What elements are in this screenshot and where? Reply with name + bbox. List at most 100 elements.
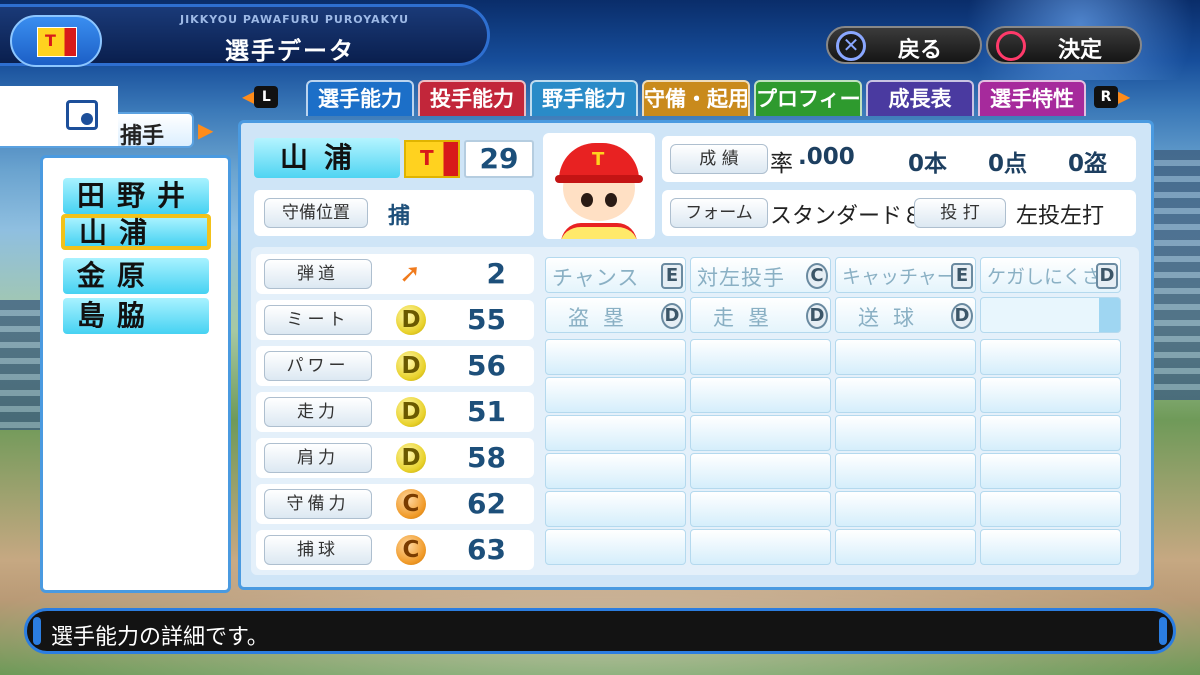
- ability-cell[interactable]: 走塁 D: [690, 297, 831, 333]
- circle-button-icon: [996, 31, 1026, 61]
- player-list-item[interactable]: 島脇: [63, 298, 209, 334]
- grade-badge: D: [396, 305, 426, 335]
- player-list-item[interactable]: 金原: [63, 258, 209, 294]
- record-row: 成 績 率 .000 0本 0点 0盗: [662, 136, 1136, 182]
- form-row: フォーム スタンダード８ 投 打 左投左打: [662, 190, 1136, 236]
- ability-grade: D: [806, 303, 828, 329]
- back-button[interactable]: ✕ 戻る: [826, 26, 982, 64]
- ability-cell-empty[interactable]: [835, 529, 976, 565]
- ability-cell-empty[interactable]: [980, 491, 1121, 527]
- ability-cell-empty[interactable]: [545, 339, 686, 375]
- player-avatar: T: [543, 133, 655, 239]
- ability-cell-empty[interactable]: [545, 491, 686, 527]
- screenshot-overlay: [0, 86, 118, 146]
- ability-name: キャッチャー: [842, 266, 956, 288]
- player-list-item-selected[interactable]: 山浦: [61, 214, 211, 250]
- ability-grade: D: [661, 303, 683, 329]
- ability-cell-empty[interactable]: [690, 415, 831, 451]
- stat-value: 55: [467, 303, 506, 336]
- ability-cell-empty[interactable]: [980, 529, 1121, 565]
- form-value: スタンダード８: [770, 204, 925, 229]
- l-shoulder-hint[interactable]: ◀ L: [242, 86, 279, 108]
- ability-cell-empty[interactable]: [835, 453, 976, 489]
- player-list: 田野井 山浦 金原 島脇: [40, 155, 231, 593]
- stat-label: 走力: [264, 397, 372, 427]
- r-shoulder-hint[interactable]: R ▶: [1094, 86, 1130, 108]
- avatar-uniform: [561, 223, 637, 239]
- defense-position-label: 守備位置: [264, 198, 368, 228]
- stadium-stands-left: [0, 300, 40, 430]
- ability-name: 走塁: [713, 306, 783, 330]
- cap-logo: T: [592, 149, 605, 170]
- title-bar: T JIKKYOU PAWAFURU PUROYAKYU 選手データ: [0, 4, 490, 67]
- ability-name: 送球: [858, 306, 928, 330]
- tab-defense-usage[interactable]: 守備・起用: [642, 80, 750, 116]
- avatar-right-eye: [605, 193, 617, 207]
- ability-cell-empty[interactable]: [690, 339, 831, 375]
- camera-icon: [66, 100, 98, 130]
- stat-row-power: パワー D 56: [256, 346, 534, 386]
- grade-badge: C: [396, 535, 426, 565]
- stat-value: 63: [467, 533, 506, 566]
- ability-cell-empty[interactable]: [835, 415, 976, 451]
- trajectory-arrow-icon: ➚: [399, 259, 421, 289]
- tab-fielder-ability[interactable]: 野手能力: [530, 80, 638, 116]
- ability-cell-empty[interactable]: [545, 415, 686, 451]
- back-button-label: 戻る: [898, 38, 943, 63]
- ability-cell-empty[interactable]: [545, 453, 686, 489]
- stat-label: パワー: [264, 351, 372, 381]
- tab-player-ability[interactable]: 選手能力: [306, 80, 414, 116]
- team-flag-icon: T: [37, 27, 77, 57]
- tab-pitcher-ability[interactable]: 投手能力: [418, 80, 526, 116]
- ability-cell-empty[interactable]: [545, 529, 686, 565]
- ability-cell-empty[interactable]: [690, 453, 831, 489]
- grade-badge: D: [396, 351, 426, 381]
- ability-cell-empty[interactable]: [690, 491, 831, 527]
- throw-bat-value: 左投左打: [1016, 204, 1105, 229]
- ability-cell-empty[interactable]: [835, 377, 976, 413]
- page-title: 選手データ: [225, 37, 355, 65]
- home-runs: 0本: [908, 151, 948, 177]
- tab-bar: ◀L 選手能力 投手能力 野手能力 守備・起用 プロフィール 成長表 選手特性 …: [240, 80, 1150, 116]
- confirm-button-label: 決定: [1058, 38, 1103, 63]
- ability-cell-empty[interactable]: [690, 529, 831, 565]
- confirm-button[interactable]: 決定: [986, 26, 1142, 64]
- ability-cell[interactable]: 盗塁 D: [545, 297, 686, 333]
- batting-average: .000: [798, 144, 855, 170]
- tab-profile[interactable]: プロフィール: [754, 80, 862, 116]
- team-letter: T: [420, 146, 434, 170]
- grade-badge: D: [396, 397, 426, 427]
- stat-row-speed: 走力 D 51: [256, 392, 534, 432]
- ability-name: チャンス: [552, 266, 640, 290]
- stat-value: 58: [467, 441, 506, 474]
- ability-grade: E: [661, 263, 683, 289]
- stolen-bases: 0盗: [1068, 151, 1108, 177]
- position-next-arrow-icon[interactable]: ▶: [198, 118, 213, 142]
- ability-cell-empty[interactable]: [545, 377, 686, 413]
- ability-cell-empty[interactable]: [835, 339, 976, 375]
- ability-cell-empty[interactable]: [980, 415, 1121, 451]
- ability-cell-empty[interactable]: [980, 453, 1121, 489]
- tab-growth-chart[interactable]: 成長表: [866, 80, 974, 116]
- team-badge: T: [10, 15, 102, 67]
- ability-cell-empty[interactable]: [980, 377, 1121, 413]
- ability-cell-empty[interactable]: [980, 297, 1121, 333]
- ability-cell[interactable]: ケガしにくさ D: [980, 257, 1121, 293]
- left-arrow-icon: ◀: [242, 87, 255, 106]
- ability-cell-empty[interactable]: [690, 377, 831, 413]
- avatar-cap-brim: [555, 175, 643, 183]
- ability-cell-empty[interactable]: [980, 339, 1121, 375]
- ability-cell[interactable]: 対左投手 C: [690, 257, 831, 293]
- tab-player-traits[interactable]: 選手特性: [978, 80, 1086, 116]
- stat-row-fielding: 守備力 C 62: [256, 484, 534, 524]
- throw-bat-label: 投 打: [914, 198, 1006, 228]
- ability-cell[interactable]: キャッチャー E: [835, 257, 976, 293]
- ability-cell-empty[interactable]: [835, 491, 976, 527]
- grade-badge: D: [396, 443, 426, 473]
- ability-cell[interactable]: チャンス E: [545, 257, 686, 293]
- stat-label: 弾道: [264, 259, 372, 289]
- stat-row-catching: 捕球 C 63: [256, 530, 534, 570]
- defense-position-value: 捕: [388, 204, 411, 229]
- player-list-item[interactable]: 田野井: [63, 178, 209, 214]
- ability-cell[interactable]: 送球 D: [835, 297, 976, 333]
